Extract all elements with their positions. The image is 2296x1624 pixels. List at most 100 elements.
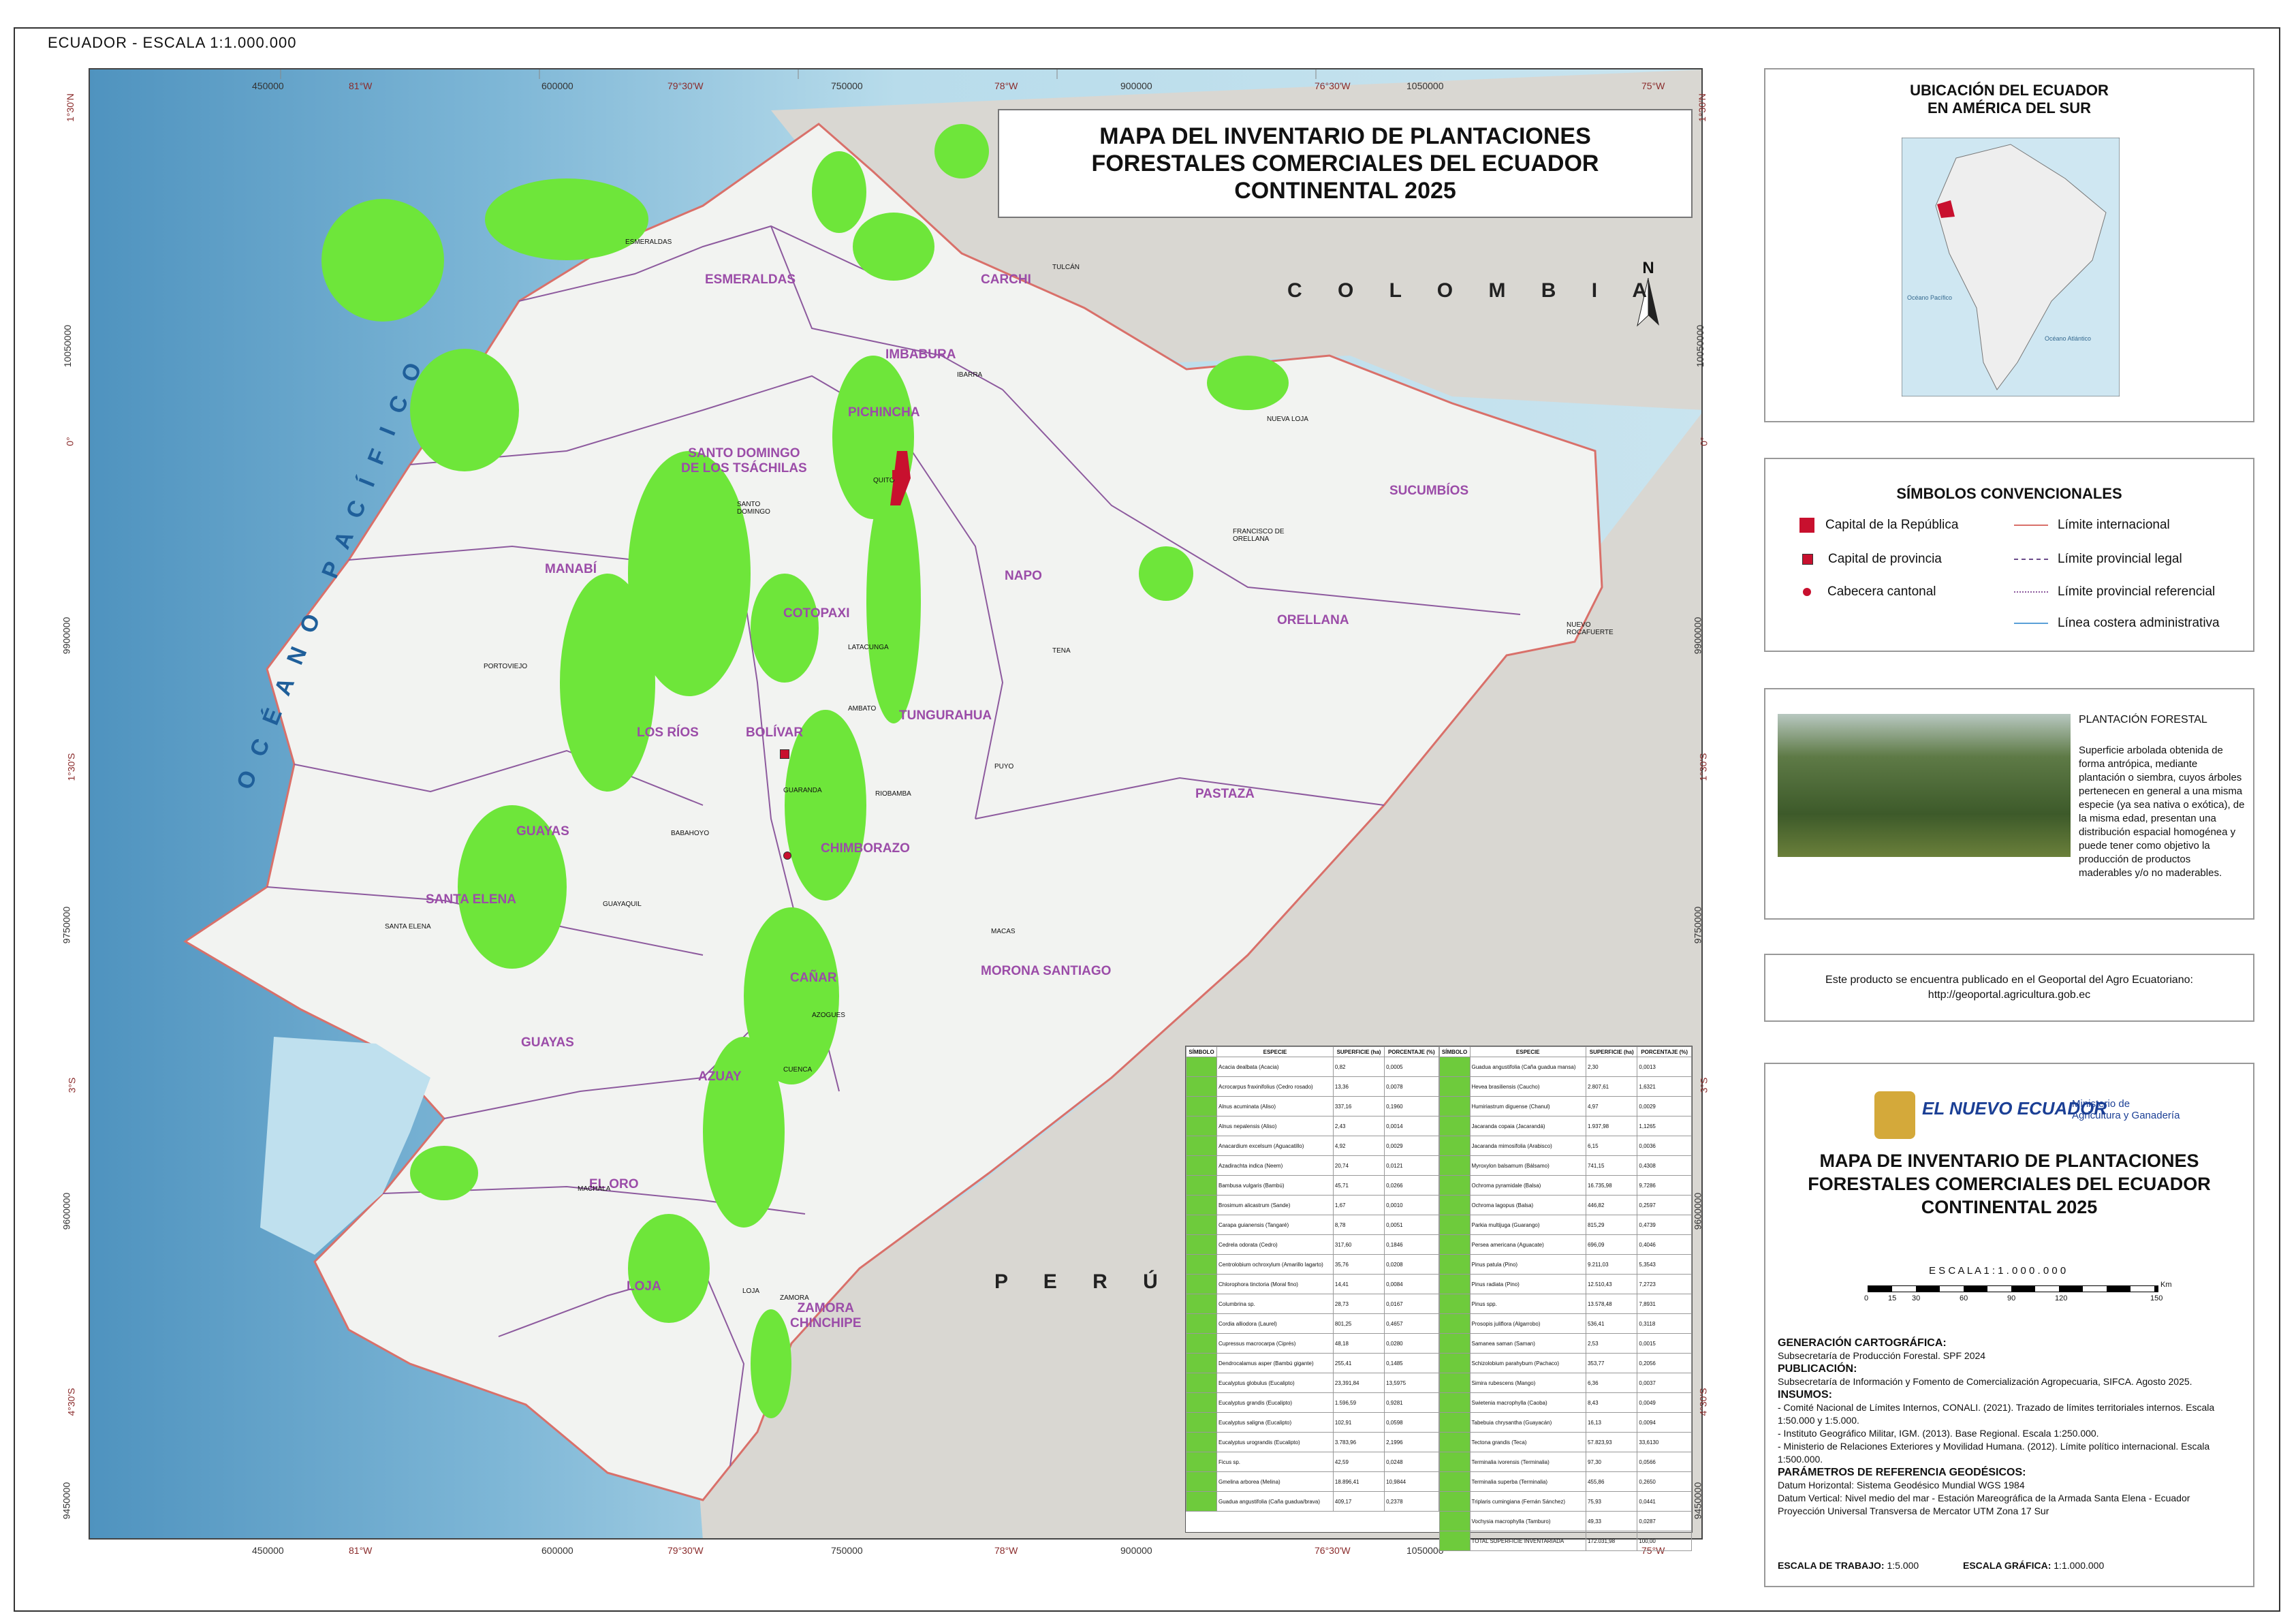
table-cell: 3.783,96 [1332,1432,1385,1452]
table-cell: 0,0013 [1637,1057,1692,1077]
table-cell: 317,60 [1332,1234,1385,1255]
table-cell: 6,36 [1585,1373,1638,1393]
table-cell: Cordia alliodora (Laurel) [1216,1313,1334,1334]
table-cell: Ochroma pyramidale (Balsa) [1469,1175,1586,1196]
table-cell: 8,43 [1585,1392,1638,1413]
table-cell: 13.578,48 [1585,1294,1638,1314]
table-cell: 0,0167 [1384,1294,1439,1314]
species-swatch [1438,1412,1471,1433]
table-cell: 0,2378 [1384,1491,1439,1512]
table-cell: 57.823,93 [1585,1432,1638,1452]
info-panel: EL NUEVO ECUADOR Ministerio de Agricultu… [1764,1063,2254,1587]
province-label: CHIMBORAZO [821,841,910,856]
table-row: Centrolobium ochroxylum (Amarillo lagart… [1186,1254,1439,1275]
table-row: Columbrina sp. 28,73 0,0167 [1186,1294,1439,1314]
city-label: PUYO [994,763,1014,770]
inset-ocean-right: Océano Atlántico [2045,335,2092,342]
province-label: LOS RÍOS [637,725,699,740]
species-swatch [1186,1096,1217,1116]
species-swatch [1186,1294,1217,1314]
table-cell: 0,82 [1332,1057,1385,1077]
table-cell: 815,29 [1585,1215,1638,1235]
species-swatch [1438,1294,1471,1314]
location-panel: UBICACIÓN DEL ECUADOR EN AMÉRICA DEL SUR… [1764,68,2254,422]
scale-tick: 60 [1960,1294,1968,1302]
species-swatch [1438,1471,1471,1492]
province-capital-icon [1802,553,1813,565]
table-cell: 337,16 [1332,1096,1385,1116]
coast-line-icon [2014,622,2048,624]
work-scale-value: 1:5.000 [1887,1560,1919,1571]
legend-coast: Línea costera administrativa [2014,616,2220,631]
table-cell: 0,0266 [1384,1175,1439,1196]
table-cell: Columbrina sp. [1216,1294,1334,1314]
province-label: MANABÍ [545,562,597,576]
species-swatch [1438,1057,1471,1077]
table-cell: Dendrocalamus asper (Bambú gigante) [1216,1353,1334,1373]
table-cell: TOTAL SUPERFICIE INVENTARIADA [1469,1531,1586,1551]
table-cell: 0,0029 [1637,1096,1692,1116]
inset-ocean-left: Océano Pacífico [1907,294,1953,301]
col-header: PORCENTAJE (%) [1637,1046,1692,1057]
col-header: ESPECIE [1216,1046,1334,1057]
table-row: Ficus sp. 42,59 0,0248 [1186,1452,1439,1472]
species-swatch [1438,1175,1471,1196]
table-cell: 0,4739 [1637,1215,1692,1235]
legend-title: SÍMBOLOS CONVENCIONALES [1896,485,2122,502]
credits-heading: PUBLICACIÓN: [1778,1363,1857,1375]
credits-heading: PARÁMETROS DE REFERENCIA GEODÉSICOS: [1778,1467,2026,1478]
grid-label-left: 9900000 [61,616,72,655]
doc-title: MAPA DE INVENTARIO DE PLANTACIONES FORES… [1808,1151,2211,1217]
table-row: Terminalia superba (Terminalia) 455,86 0,2… [1438,1471,1692,1492]
legend-label: Cabecera cantonal [1827,584,1936,599]
table-cell: Eucalyptus saligna (Eucalipto) [1216,1412,1334,1433]
species-swatch [1438,1076,1471,1097]
table-cell: 0,0598 [1384,1412,1439,1433]
legend-panel: SÍMBOLOS CONVENCIONALES Capital de la Re… [1764,458,2254,652]
table-cell: 536,41 [1585,1313,1638,1334]
province-label: ORELLANA [1277,613,1349,627]
table-cell: Pinus patula (Pino) [1469,1254,1586,1275]
capital-marker [892,470,902,480]
grid-label-right: 4°30'S [1697,1388,1709,1416]
grid-label-top: 600000 [541,80,573,91]
table-cell: 0,0280 [1384,1333,1439,1354]
species-table-right: SÍMBOLO ESPECIE SUPERFICIE (ha) PORCENTA… [1438,1046,1693,1551]
table-cell: 0,1846 [1384,1234,1439,1255]
table-cell: Parkia multijuga (Guarango) [1469,1215,1586,1235]
col-header: ESPECIE [1469,1046,1586,1057]
table-cell: 0,0005 [1384,1057,1439,1077]
table-cell: 1,1265 [1637,1116,1692,1136]
table-cell: Terminalia superba (Terminalia) [1469,1471,1586,1492]
credits-text: Proyección Universal Transversa de Merca… [1778,1505,2049,1516]
table-cell: 0,4657 [1384,1313,1439,1334]
species-swatch [1438,1136,1471,1156]
table-cell: 9.211,03 [1585,1254,1638,1275]
city-label: RIOBAMBA [875,790,911,798]
grid-label-left: 10050000 [62,324,74,368]
table-row: Jacaranda mimosifolia (Arabisco) 6,15 0,00… [1438,1136,1692,1156]
legend-prov-legal: Límite provincial legal [2014,552,2182,567]
credits-text: - Ministerio de Relaciones Exteriores y … [1778,1441,2210,1465]
grid-label-right: 1°30'S [1697,753,1709,781]
province-label: PASTAZA [1195,787,1255,801]
table-row: Tectona grandis (Teca) 57.823,93 33,6130 [1438,1432,1692,1452]
table-cell: 48,18 [1332,1333,1385,1354]
forest-photo [1778,714,2071,857]
table-cell: Pinus radiata (Pino) [1469,1274,1586,1294]
grid-label-left: 9750000 [61,906,72,944]
table-cell: 0,0078 [1384,1076,1439,1097]
species-swatch [1438,1432,1471,1452]
table-cell: 5,3543 [1637,1254,1692,1275]
province-label: AZUAY [698,1069,742,1084]
table-cell: 4,97 [1585,1096,1638,1116]
table-row: Terminalia ivorensis (Terminalia) 97,30 0,… [1438,1452,1692,1472]
table-cell: 2,53 [1585,1333,1638,1354]
grid-label-left: 0° [64,437,76,446]
work-scale: ESCALA DE TRABAJO: 1:5.000 [1778,1560,1919,1571]
canton-icon [1803,587,1811,596]
table-row: Azadirachta indica (Neem) 20,74 0,0121 [1186,1155,1439,1176]
table-cell: Terminalia ivorensis (Terminalia) [1469,1452,1586,1472]
table-cell: 696,09 [1585,1234,1638,1255]
table-row: Jacaranda copaia (Jacarandá) 1.937,98 1,12… [1438,1116,1692,1136]
